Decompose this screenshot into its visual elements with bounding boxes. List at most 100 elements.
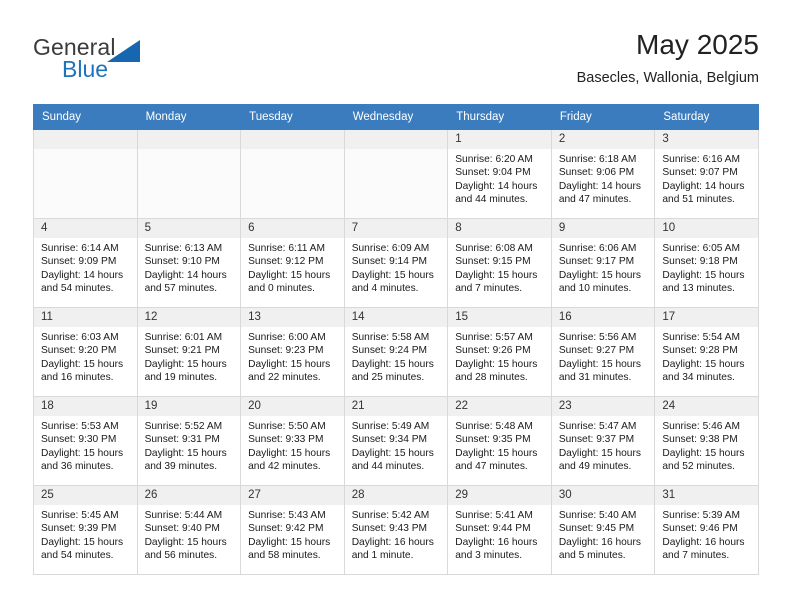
calendar-week-row: 11 Sunrise: 6:03 AM Sunset: 9:20 PM Dayligh…	[33, 307, 759, 397]
calendar-day-cell[interactable]: 8 Sunrise: 6:08 AM Sunset: 9:15 PM Daylight…	[447, 218, 552, 308]
daylight-line-2: and 54 minutes.	[41, 550, 114, 562]
calendar-day-cell[interactable]: 30 Sunrise: 5:40 AM Sunset: 9:45 PM Dayligh…	[550, 485, 656, 575]
calendar-day-cell[interactable]: 25 Sunrise: 5:45 AM Sunset: 9:39 PM Dayligh…	[33, 485, 138, 575]
calendar-day-cell[interactable]: 28 Sunrise: 5:42 AM Sunset: 9:43 PM Dayligh…	[343, 485, 449, 575]
sunrise-line: Sunrise: 5:48 AM	[455, 421, 533, 432]
calendar-day-sun-info: Sunrise: 5:41 AM Sunset: 9:44 PM Daylight:…	[448, 505, 551, 563]
daylight-line-1: Daylight: 15 hours	[455, 269, 538, 281]
calendar-day-number: 29	[448, 486, 551, 505]
calendar-day-cell[interactable]: 14 Sunrise: 5:58 AM Sunset: 9:24 PM Dayligh…	[343, 307, 449, 397]
calendar-day-number: 31	[655, 486, 758, 505]
calendar-day-sun-info: Sunrise: 6:03 AM Sunset: 9:20 PM Daylight:…	[34, 327, 137, 385]
calendar-day-cell[interactable]: 26 Sunrise: 5:44 AM Sunset: 9:40 PM Dayligh…	[136, 485, 242, 575]
sunrise-line: Sunrise: 5:44 AM	[144, 510, 223, 521]
daylight-line-2: and 39 minutes.	[144, 461, 218, 473]
sunset-line: Sunset: 9:35 PM	[455, 434, 531, 446]
calendar-day-number	[34, 130, 137, 149]
sunrise-line: Sunrise: 5:49 AM	[351, 421, 430, 432]
calendar-day-number	[137, 130, 241, 149]
calendar-day-cell-empty	[343, 129, 449, 219]
calendar-day-sun-info: Sunrise: 5:52 AM Sunset: 9:31 PM Daylight:…	[138, 416, 241, 474]
sunrise-line: Sunrise: 6:01 AM	[144, 332, 223, 343]
calendar-day-cell[interactable]: 17 Sunrise: 5:54 AM Sunset: 9:28 PM Dayligh…	[654, 307, 759, 397]
sunrise-line: Sunrise: 6:14 AM	[41, 243, 119, 254]
calendar-day-cell[interactable]: 31 Sunrise: 5:39 AM Sunset: 9:46 PM Dayligh…	[654, 485, 759, 575]
calendar-day-number: 18	[34, 397, 137, 416]
daylight-line-2: and 56 minutes.	[144, 550, 218, 562]
sunrise-line: Sunrise: 5:42 AM	[351, 510, 430, 521]
daylight-line-2: and 1 minute.	[351, 550, 414, 562]
calendar-day-cell[interactable]: 22 Sunrise: 5:48 AM Sunset: 9:35 PM Dayligh…	[447, 396, 552, 486]
calendar-day-cell[interactable]: 29 Sunrise: 5:41 AM Sunset: 9:44 PM Dayligh…	[447, 485, 552, 575]
daylight-line-1: Daylight: 15 hours	[558, 447, 641, 459]
calendar-day-cell[interactable]: 9 Sunrise: 6:06 AM Sunset: 9:17 PM Daylight…	[550, 218, 656, 308]
daylight-line-2: and 47 minutes.	[558, 194, 632, 206]
calendar-day-cell[interactable]: 3 Sunrise: 6:16 AM Sunset: 9:07 PM Daylight…	[654, 129, 759, 219]
daylight-line-1: Daylight: 15 hours	[248, 447, 331, 459]
calendar-day-cell-inner: 2 Sunrise: 6:18 AM Sunset: 9:06 PM Daylight…	[551, 130, 655, 218]
calendar-day-sun-info: Sunrise: 6:01 AM Sunset: 9:21 PM Daylight:…	[138, 327, 241, 385]
calendar-day-cell[interactable]: 6 Sunrise: 6:11 AM Sunset: 9:12 PM Daylight…	[240, 218, 345, 308]
calendar-day-cell[interactable]: 13 Sunrise: 6:00 AM Sunset: 9:23 PM Dayligh…	[240, 307, 345, 397]
daylight-line-2: and 34 minutes.	[662, 372, 735, 384]
calendar-day-cell[interactable]: 18 Sunrise: 5:53 AM Sunset: 9:30 PM Dayligh…	[33, 396, 138, 486]
calendar-day-sun-info: Sunrise: 5:50 AM Sunset: 9:33 PM Daylight:…	[241, 416, 344, 474]
daylight-line-2: and 44 minutes.	[455, 194, 528, 206]
calendar-day-sun-info: Sunrise: 5:58 AM Sunset: 9:24 PM Daylight:…	[345, 327, 448, 385]
daylight-line-1: Daylight: 16 hours	[662, 536, 745, 548]
calendar-day-cell[interactable]: 10 Sunrise: 6:05 AM Sunset: 9:18 PM Dayligh…	[654, 218, 759, 308]
sunrise-line: Sunrise: 6:05 AM	[662, 243, 740, 254]
calendar-day-number: 28	[344, 486, 448, 505]
sunset-line: Sunset: 9:17 PM	[558, 256, 635, 268]
sunset-line: Sunset: 9:43 PM	[351, 523, 428, 535]
calendar-day-cell[interactable]: 16 Sunrise: 5:56 AM Sunset: 9:27 PM Dayligh…	[550, 307, 656, 397]
sunrise-line: Sunrise: 6:00 AM	[248, 332, 326, 343]
sunset-line: Sunset: 9:24 PM	[351, 345, 428, 357]
calendar-day-cell-inner: 10 Sunrise: 6:05 AM Sunset: 9:18 PM Dayligh…	[655, 219, 758, 307]
calendar-day-cell[interactable]: 7 Sunrise: 6:09 AM Sunset: 9:14 PM Daylight…	[343, 218, 449, 308]
sunset-line: Sunset: 9:40 PM	[144, 523, 220, 535]
calendar-day-cell[interactable]: 1 Sunrise: 6:20 AM Sunset: 9:04 PM Daylight…	[447, 129, 552, 219]
calendar-day-cell[interactable]: 2 Sunrise: 6:18 AM Sunset: 9:06 PM Daylight…	[550, 129, 656, 219]
calendar-day-sun-info: Sunrise: 5:46 AM Sunset: 9:38 PM Daylight:…	[655, 416, 758, 474]
calendar-day-cell-inner: 14 Sunrise: 5:58 AM Sunset: 9:24 PM Dayligh…	[344, 308, 448, 396]
daylight-line-1: Daylight: 15 hours	[455, 358, 538, 370]
calendar-day-cell-inner	[137, 130, 241, 218]
calendar-day-cell-inner: 23 Sunrise: 5:47 AM Sunset: 9:37 PM Dayligh…	[551, 397, 655, 485]
sunrise-line: Sunrise: 6:03 AM	[41, 332, 119, 343]
calendar-day-cell-inner: 31 Sunrise: 5:39 AM Sunset: 9:46 PM Dayligh…	[655, 486, 758, 574]
month-calendar-table: Sunday Monday Tuesday Wednesday Thursday…	[33, 104, 759, 575]
daylight-line-2: and 4 minutes.	[351, 283, 419, 295]
logo-text-blue: Blue	[62, 56, 109, 82]
calendar-day-sun-info: Sunrise: 5:56 AM Sunset: 9:27 PM Daylight:…	[552, 327, 655, 385]
calendar-day-cell-inner: 19 Sunrise: 5:52 AM Sunset: 9:31 PM Dayligh…	[137, 397, 241, 485]
calendar-day-cell-inner: 16 Sunrise: 5:56 AM Sunset: 9:27 PM Dayligh…	[551, 308, 655, 396]
calendar-day-number: 7	[344, 219, 448, 238]
daylight-line-1: Daylight: 16 hours	[558, 536, 641, 548]
calendar-day-cell[interactable]: 20 Sunrise: 5:50 AM Sunset: 9:33 PM Dayligh…	[240, 396, 345, 486]
sunset-line: Sunset: 9:30 PM	[41, 434, 117, 446]
calendar-day-cell[interactable]: 21 Sunrise: 5:49 AM Sunset: 9:34 PM Dayligh…	[343, 396, 449, 486]
daylight-line-1: Daylight: 15 hours	[144, 536, 227, 548]
calendar-day-cell[interactable]: 11 Sunrise: 6:03 AM Sunset: 9:20 PM Dayligh…	[33, 307, 138, 397]
calendar-day-cell[interactable]: 24 Sunrise: 5:46 AM Sunset: 9:38 PM Dayligh…	[654, 396, 759, 486]
sunset-line: Sunset: 9:46 PM	[662, 523, 738, 535]
calendar-page: General Blue May 2025 Basecles, Wallonia…	[0, 0, 792, 612]
calendar-day-cell-inner: 27 Sunrise: 5:43 AM Sunset: 9:42 PM Dayligh…	[241, 486, 344, 574]
calendar-day-cell[interactable]: 12 Sunrise: 6:01 AM Sunset: 9:21 PM Dayligh…	[136, 307, 242, 397]
calendar-day-cell[interactable]: 15 Sunrise: 5:57 AM Sunset: 9:26 PM Dayligh…	[447, 307, 552, 397]
calendar-day-cell[interactable]: 27 Sunrise: 5:43 AM Sunset: 9:42 PM Dayligh…	[240, 485, 345, 575]
daylight-line-2: and 49 minutes.	[558, 461, 632, 473]
calendar-day-cell[interactable]: 19 Sunrise: 5:52 AM Sunset: 9:31 PM Dayligh…	[136, 396, 242, 486]
logo-triangle-icon	[107, 40, 140, 62]
calendar-day-number: 30	[551, 486, 655, 505]
calendar-day-cell[interactable]: 23 Sunrise: 5:47 AM Sunset: 9:37 PM Dayligh…	[550, 396, 656, 486]
calendar-day-cell[interactable]: 4 Sunrise: 6:14 AM Sunset: 9:09 PM Daylight…	[33, 218, 138, 308]
calendar-day-cell-inner: 29 Sunrise: 5:41 AM Sunset: 9:44 PM Dayligh…	[448, 486, 551, 574]
sunset-line: Sunset: 9:09 PM	[41, 256, 117, 268]
calendar-day-cell-inner: 30 Sunrise: 5:40 AM Sunset: 9:45 PM Dayligh…	[551, 486, 655, 574]
sunset-line: Sunset: 9:45 PM	[558, 523, 635, 535]
calendar-day-cell[interactable]: 5 Sunrise: 6:13 AM Sunset: 9:10 PM Daylight…	[136, 218, 242, 308]
general-blue-logo: General Blue	[33, 34, 243, 92]
sunset-line: Sunset: 9:18 PM	[662, 256, 738, 268]
